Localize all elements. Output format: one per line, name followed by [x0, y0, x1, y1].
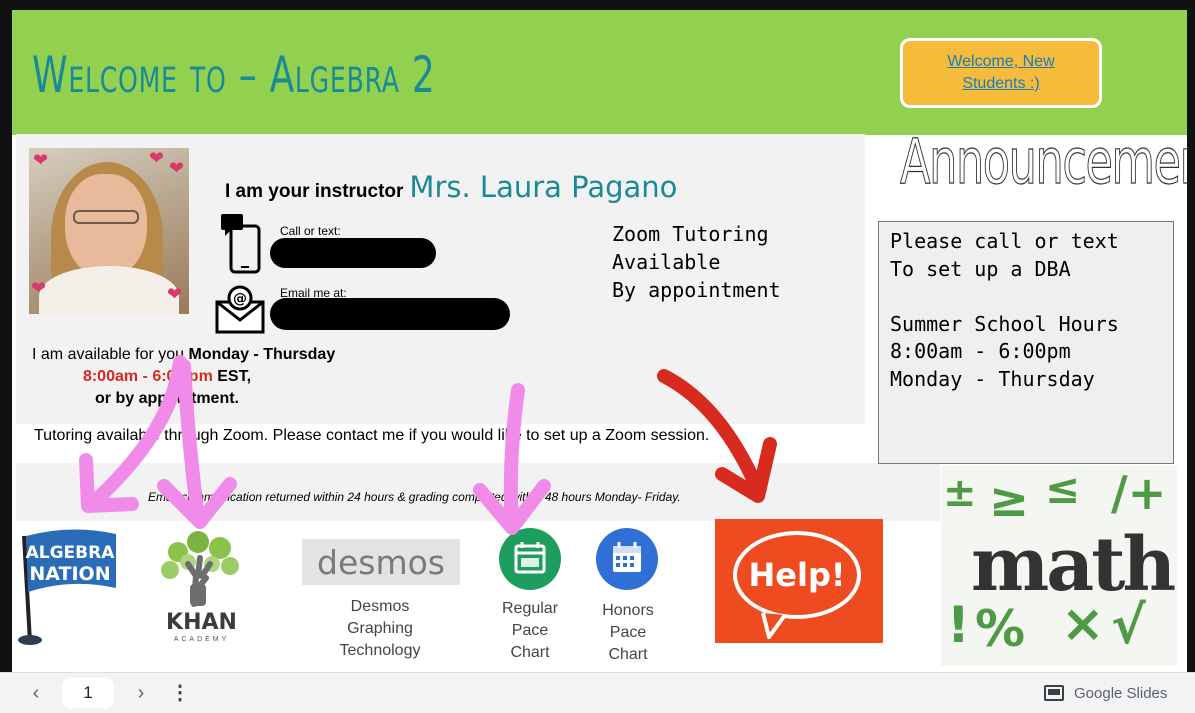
- welcome-link-text[interactable]: Welcome, New Students :): [926, 51, 1076, 95]
- desmos-logo-link[interactable]: desmos: [302, 539, 460, 585]
- regular-pace-label[interactable]: Regular Pace Chart: [486, 598, 574, 664]
- email-icon: @: [215, 285, 265, 334]
- chevron-left-icon[interactable]: ‹: [26, 681, 46, 705]
- announcements-text: Please call or text To set up a DBA Summ…: [890, 229, 1119, 391]
- khan-name: KHAN: [166, 610, 237, 635]
- redacted-phone: [270, 238, 436, 268]
- math-image-link[interactable]: ± ≥ ≤ /+ math ! % × √: [941, 466, 1177, 666]
- availability-hours: 8:00am - 6:00 pm: [82, 368, 213, 385]
- khan-sub: ACADEMY: [173, 636, 230, 643]
- call-label: Call or text:: [280, 224, 341, 238]
- communication-note: Email communication returned within 24 h…: [148, 490, 681, 504]
- presentation-viewer: Welcome to – Algebra 2 Welcome, New Stud…: [0, 0, 1195, 713]
- heart-icon: ❤: [31, 278, 47, 298]
- khan-academy-link[interactable]: KHAN ACADEMY: [154, 528, 249, 646]
- desmos-label[interactable]: Desmos Graphing Technology: [320, 596, 440, 662]
- help-word: Help!: [748, 556, 846, 594]
- slides-icon: [1044, 685, 1064, 701]
- top-border: [0, 0, 1195, 10]
- zoom-tutoring-note: Zoom Tutoring Available By appointment: [612, 222, 781, 302]
- presentation-controls: ‹ 1 › ⋮ Google Slides: [0, 672, 1195, 713]
- right-border: [1187, 0, 1195, 672]
- heart-icon: ❤: [149, 148, 165, 168]
- slide-canvas: Welcome to – Algebra 2 Welcome, New Stud…: [12, 10, 1187, 672]
- left-border: [0, 0, 12, 672]
- google-slides-link[interactable]: Google Slides: [1044, 683, 1167, 703]
- help-link[interactable]: Help!: [715, 519, 883, 643]
- instructor-prefix: I am your instructor: [225, 181, 404, 202]
- speech-bubble-icon: Help!: [733, 531, 861, 619]
- availability-days: Monday - Thursday: [188, 346, 336, 363]
- instructor-line: I am your instructor Mrs. Laura Pagano: [225, 170, 677, 204]
- heart-icon: ❤: [33, 150, 49, 170]
- availability-appointment: or by appointment.: [95, 390, 239, 407]
- honors-pace-chart-link[interactable]: [596, 528, 658, 590]
- calendar-icon: [514, 542, 546, 574]
- brand-label[interactable]: Google Slides: [1074, 685, 1167, 702]
- chevron-right-icon[interactable]: ›: [131, 681, 151, 705]
- calendar-icon: [613, 542, 641, 572]
- page-title: Welcome to – Algebra 2: [32, 46, 436, 104]
- page-number[interactable]: 1: [62, 678, 114, 708]
- algebra-nation-bottom: NATION: [29, 563, 110, 585]
- instructor-name: Mrs. Laura Pagano: [409, 170, 678, 204]
- instructor-photo: ❤ ❤ ❤ ❤ ❤: [29, 148, 189, 314]
- more-vertical-icon[interactable]: ⋮: [170, 679, 190, 707]
- algebra-nation-link[interactable]: ALGEBRA NATION: [16, 526, 118, 646]
- honors-pace-label[interactable]: Honors Pace Chart: [584, 600, 672, 666]
- khan-tree-icon: [161, 531, 239, 607]
- svg-text:@: @: [233, 291, 247, 307]
- bubble-tail: [761, 612, 787, 639]
- heart-icon: ❤: [169, 158, 185, 178]
- tutoring-info: Tutoring available through Zoom. Please …: [34, 427, 710, 444]
- algebra-nation-top: ALGEBRA: [26, 543, 116, 563]
- heart-icon: ❤: [167, 284, 183, 304]
- availability-text: I am available for you Monday - Thursday…: [32, 344, 392, 410]
- regular-pace-chart-link[interactable]: [499, 528, 561, 590]
- announcements-heading: Announcements: [900, 124, 1187, 198]
- phone-icon: [221, 214, 261, 274]
- desmos-word: desmos: [317, 542, 445, 582]
- redacted-email: [270, 298, 510, 330]
- welcome-new-students-button[interactable]: Welcome, New Students :): [900, 38, 1102, 108]
